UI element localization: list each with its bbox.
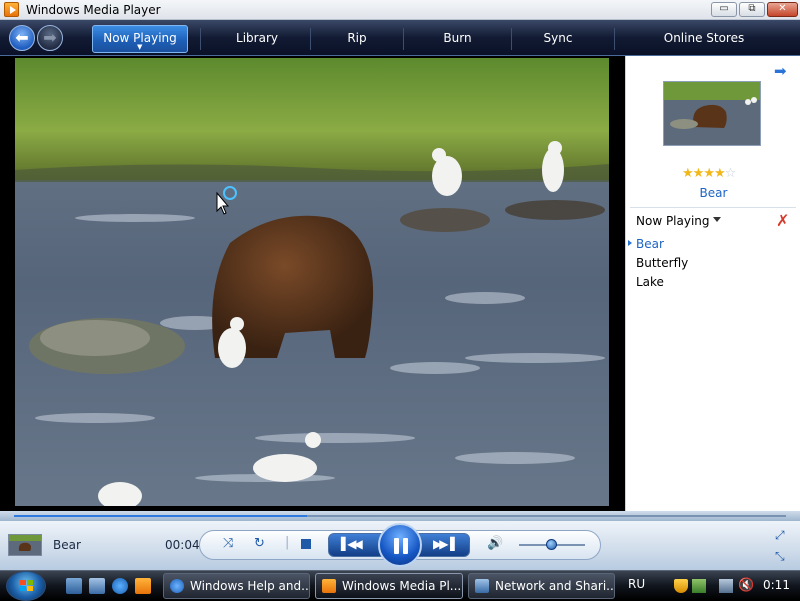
stop-button[interactable] [301, 539, 311, 549]
network-icon [475, 579, 489, 593]
taskbar-item-help[interactable]: Windows Help and... [163, 573, 310, 599]
tab-separator [200, 28, 201, 50]
track-title: Bear [53, 538, 81, 552]
fullscreen-icon[interactable]: ⤢ [775, 528, 785, 543]
taskbar-item-label: Network and Shari... [495, 579, 615, 593]
taskbar-item-media-player[interactable]: Windows Media Pl... [315, 573, 463, 599]
seek-progress [14, 515, 307, 517]
taskbar-item-label: Windows Media Pl... [342, 579, 462, 593]
star-icon[interactable]: ☆ [725, 166, 737, 181]
tab-label: Burn [443, 31, 472, 45]
tab-library[interactable]: Library [205, 25, 309, 53]
star-icon[interactable]: ★ [714, 166, 726, 181]
media-player-icon [4, 2, 19, 17]
expand-pane-icon[interactable]: ➡ [774, 62, 787, 80]
forward-arrow-icon: ➡ [43, 28, 57, 47]
pause-button[interactable] [378, 523, 422, 567]
tab-online-stores[interactable]: Online Stores [616, 25, 792, 53]
pause-icon [403, 538, 408, 554]
star-icon[interactable]: ★ [703, 166, 715, 181]
back-button[interactable]: ⬅ [9, 25, 35, 51]
star-icon[interactable]: ★ [682, 166, 694, 181]
navigation-bar: ⬅ ➡ Now Playing ▼ Library Rip Burn Sync … [0, 20, 800, 56]
title-bar: Windows Media Player ▭ ⧉ ✕ [0, 0, 800, 20]
repeat-icon[interactable]: ↻ [254, 537, 265, 551]
tab-label: Rip [347, 31, 367, 45]
volume-icon[interactable]: 🔊 [487, 536, 503, 551]
mini-thumbnail-image [9, 535, 41, 555]
pause-icon [394, 538, 399, 554]
language-indicator[interactable]: RU [628, 577, 645, 591]
shuffle-icon[interactable]: ⤨ [223, 537, 233, 551]
taskbar-item-network[interactable]: Network and Shari... [468, 573, 615, 599]
tab-separator [511, 28, 512, 50]
tab-separator [403, 28, 404, 50]
tab-now-playing[interactable]: Now Playing ▼ [92, 25, 188, 53]
windows-logo-icon [20, 580, 33, 591]
thumbnail-image [664, 82, 760, 145]
help-icon [170, 579, 184, 593]
tab-burn[interactable]: Burn [405, 25, 510, 53]
tab-separator [310, 28, 311, 50]
start-button[interactable] [6, 571, 46, 601]
switch-windows-icon[interactable] [89, 578, 105, 594]
tab-separator [614, 28, 615, 50]
volume-knob[interactable] [546, 539, 557, 550]
mini-thumbnail [8, 534, 42, 556]
tab-rip[interactable]: Rip [312, 25, 402, 53]
back-arrow-icon: ⬅ [15, 28, 29, 47]
close-button[interactable]: ✕ [767, 2, 798, 17]
elapsed-time: 00:04 [165, 538, 200, 552]
maximize-button[interactable]: ⧉ [739, 2, 765, 17]
tab-label: Library [236, 31, 278, 45]
playlist-item[interactable]: Butterfly [636, 256, 688, 270]
now-playing-list-header[interactable]: Now Playing [636, 214, 710, 228]
previous-icon[interactable]: ▌◀◀ [341, 537, 363, 551]
internet-explorer-icon[interactable] [112, 578, 128, 594]
video-area[interactable] [0, 56, 625, 511]
playlist-item[interactable]: Lake [636, 275, 664, 289]
taskbar: Windows Help and... Windows Media Pl... … [0, 570, 800, 601]
clear-list-icon[interactable]: ✗ [776, 211, 789, 230]
minimize-button[interactable]: ▭ [711, 2, 737, 17]
tab-label: Online Stores [663, 31, 745, 45]
sidebar-icon[interactable] [692, 579, 706, 593]
security-shield-icon[interactable] [674, 579, 688, 593]
window-title: Windows Media Player [26, 3, 161, 17]
divider: | [285, 535, 290, 550]
tab-label: Sync [543, 31, 573, 45]
switch-to-skin-icon[interactable]: ⤡ [775, 549, 785, 564]
seek-bar[interactable] [0, 511, 800, 521]
video-frame [15, 58, 609, 506]
album-art-thumbnail[interactable] [663, 81, 761, 146]
media-player-quick-launch-icon[interactable] [135, 578, 151, 594]
rating-stars[interactable]: ★★★★☆ [682, 166, 737, 181]
network-tray-icon[interactable] [719, 579, 733, 593]
playlist-item[interactable]: Bear [636, 237, 664, 251]
chevron-down-icon[interactable]: ▼ [137, 43, 142, 51]
taskbar-item-label: Windows Help and... [190, 579, 310, 593]
star-icon[interactable]: ★ [693, 166, 705, 181]
forward-button[interactable]: ➡ [37, 25, 63, 51]
current-media-title[interactable]: Bear [626, 186, 800, 200]
show-desktop-icon[interactable] [66, 578, 82, 594]
playing-indicator-icon [628, 240, 632, 246]
clock[interactable]: 0:11 [763, 578, 790, 592]
chevron-down-icon[interactable] [713, 217, 721, 222]
list-pane: ➡ ★★★★☆ Bear Now Playing ✗ Bear Butterfl… [625, 56, 800, 511]
tab-sync[interactable]: Sync [513, 25, 603, 53]
playback-controls: Bear 00:04 ⤨ ↻ | ▌◀◀ ▶▶▐ 🔊 ⤢ ⤡ [0, 521, 800, 570]
volume-muted-icon[interactable]: 🔇 [738, 579, 754, 593]
pane-divider [630, 207, 796, 208]
media-player-icon [322, 579, 336, 593]
media-player-window: Windows Media Player ▭ ⧉ ✕ ⬅ ➡ Now Playi… [0, 0, 800, 570]
next-icon[interactable]: ▶▶▐ [433, 537, 455, 551]
